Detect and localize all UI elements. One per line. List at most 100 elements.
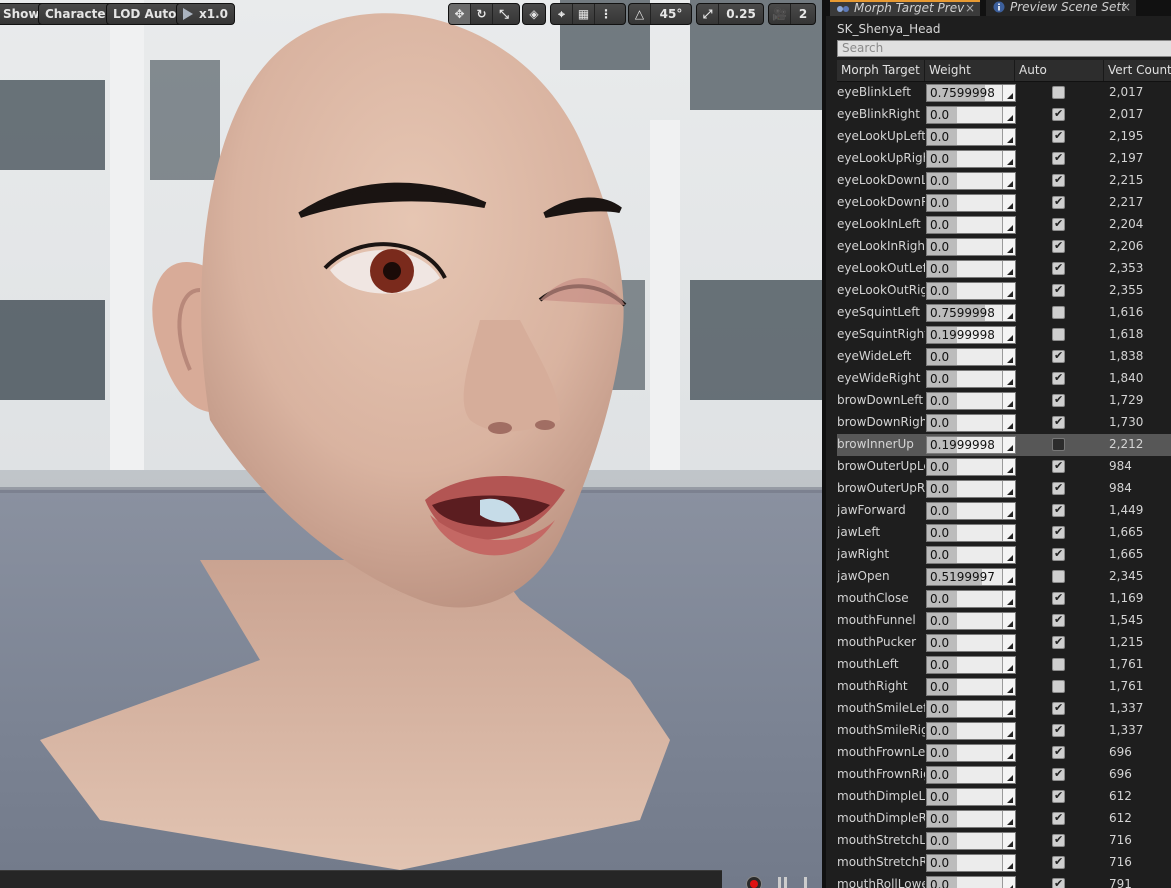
morph-target-row[interactable]: mouthFunnel 0.0 1,545 (837, 610, 1171, 632)
drag-handle-icon[interactable] (1002, 261, 1015, 277)
drag-handle-icon[interactable] (1002, 239, 1015, 255)
3d-viewport[interactable]: Show Character LOD Auto x1.0 ✥ ↻ ⤡ ◈ ⌖ ▦… (0, 0, 822, 888)
drag-handle-icon[interactable] (1002, 459, 1015, 475)
morph-target-row[interactable]: mouthFrownLeft 0.0 696 (837, 742, 1171, 764)
weight-spinbox[interactable]: 0.0 (926, 854, 1016, 872)
morph-target-row[interactable]: browInnerUp 0.1999998 2,212 (837, 434, 1171, 456)
drag-handle-icon[interactable] (1002, 811, 1015, 827)
drag-handle-icon[interactable] (1002, 635, 1015, 651)
auto-checkbox[interactable] (1052, 877, 1065, 888)
drag-handle-icon[interactable] (1002, 789, 1015, 805)
drag-handle-icon[interactable] (1002, 327, 1015, 343)
morph-target-row[interactable]: browDownRight 0.0 1,730 (837, 412, 1171, 434)
auto-checkbox[interactable] (1052, 239, 1065, 253)
morph-target-row[interactable]: eyeLookInRight 0.0 2,206 (837, 236, 1171, 258)
morph-target-row[interactable]: eyeLookUpRight 0.0 2,197 (837, 148, 1171, 170)
drag-handle-icon[interactable] (1002, 151, 1015, 167)
morph-target-row[interactable]: mouthClose 0.0 1,169 (837, 588, 1171, 610)
morph-target-row[interactable]: eyeLookInLeft 0.0 2,204 (837, 214, 1171, 236)
weight-spinbox[interactable]: 0.0 (926, 612, 1016, 630)
morph-target-row[interactable]: mouthPucker 0.0 1,215 (837, 632, 1171, 654)
weight-spinbox[interactable]: 0.0 (926, 414, 1016, 432)
drag-handle-icon[interactable] (1002, 349, 1015, 365)
weight-spinbox[interactable]: 0.0 (926, 238, 1016, 256)
auto-checkbox[interactable] (1052, 328, 1065, 341)
grid-snap-icon[interactable]: ▦ (573, 4, 595, 24)
auto-checkbox[interactable] (1052, 415, 1065, 429)
drag-handle-icon[interactable] (1002, 723, 1015, 739)
morph-target-row[interactable]: eyeBlinkLeft 0.7599998 2,017 (837, 82, 1171, 104)
world-space-icon[interactable]: ◈ (523, 4, 545, 24)
morph-target-row[interactable]: eyeSquintLeft 0.7599998 1,616 (837, 302, 1171, 324)
morph-target-row[interactable]: mouthSmileLeft 0.0 1,337 (837, 698, 1171, 720)
auto-checkbox[interactable] (1052, 173, 1065, 187)
auto-checkbox[interactable] (1052, 680, 1065, 693)
weight-spinbox[interactable]: 0.0 (926, 634, 1016, 652)
auto-checkbox[interactable] (1052, 833, 1065, 847)
camera-speed-icon[interactable]: 🎥 (769, 4, 791, 24)
scale-tool-icon[interactable]: ⤡ (493, 4, 515, 24)
column-header-weight[interactable]: Weight (925, 60, 1015, 81)
weight-spinbox[interactable]: 0.0 (926, 260, 1016, 278)
morph-target-row[interactable]: mouthStretchLeft 0.0 716 (837, 830, 1171, 852)
morph-target-row[interactable]: mouthStretchRight 0.0 716 (837, 852, 1171, 874)
weight-spinbox[interactable]: 0.0 (926, 678, 1016, 696)
weight-spinbox[interactable]: 0.5199997 (926, 568, 1016, 586)
auto-checkbox[interactable] (1052, 129, 1065, 143)
morph-target-row[interactable]: mouthRollLower 0.0 791 (837, 874, 1171, 888)
weight-spinbox[interactable]: 0.0 (926, 546, 1016, 564)
auto-checkbox[interactable] (1052, 107, 1065, 121)
morph-target-row[interactable]: eyeLookOutRight 0.0 2,355 (837, 280, 1171, 302)
weight-spinbox[interactable]: 0.7599998 (926, 304, 1016, 322)
morph-target-row[interactable]: eyeWideRight 0.0 1,840 (837, 368, 1171, 390)
column-header-name[interactable]: Morph Target N (837, 60, 925, 81)
drag-handle-icon[interactable] (1002, 195, 1015, 211)
weight-spinbox[interactable]: 0.0 (926, 590, 1016, 608)
auto-checkbox[interactable] (1052, 283, 1065, 297)
playback-speed-button[interactable]: x1.0 (176, 3, 235, 25)
weight-spinbox[interactable]: 0.0 (926, 744, 1016, 762)
drag-handle-icon[interactable] (1002, 701, 1015, 717)
weight-spinbox[interactable]: 0.0 (926, 810, 1016, 828)
morph-target-row[interactable]: eyeSquintRight 0.1999998 1,618 (837, 324, 1171, 346)
drag-handle-icon[interactable] (1002, 305, 1015, 321)
auto-checkbox[interactable] (1052, 151, 1065, 165)
morph-target-row[interactable]: mouthDimpleRight 0.0 612 (837, 808, 1171, 830)
weight-spinbox[interactable]: 0.0 (926, 106, 1016, 124)
weight-spinbox[interactable]: 0.0 (926, 876, 1016, 888)
auto-checkbox[interactable] (1052, 459, 1065, 473)
weight-spinbox[interactable]: 0.1999998 (926, 326, 1016, 344)
weight-spinbox[interactable]: 0.0 (926, 788, 1016, 806)
drag-handle-icon[interactable] (1002, 525, 1015, 541)
drag-handle-icon[interactable] (1002, 217, 1015, 233)
morph-target-row[interactable]: eyeBlinkRight 0.0 2,017 (837, 104, 1171, 126)
weight-spinbox[interactable]: 0.0 (926, 282, 1016, 300)
auto-checkbox[interactable] (1052, 855, 1065, 869)
drag-handle-icon[interactable] (1002, 657, 1015, 673)
rotation-snap-icon[interactable]: △ (629, 4, 651, 24)
weight-spinbox[interactable]: 0.0 (926, 766, 1016, 784)
weight-spinbox[interactable]: 0.0 (926, 370, 1016, 388)
morph-target-row[interactable]: mouthDimpleLeft 0.0 612 (837, 786, 1171, 808)
weight-spinbox[interactable]: 0.0 (926, 172, 1016, 190)
auto-checkbox[interactable] (1052, 658, 1065, 671)
weight-spinbox[interactable]: 0.0 (926, 216, 1016, 234)
search-input[interactable]: Search (837, 40, 1171, 57)
morph-target-row[interactable]: mouthSmileRight 0.0 1,337 (837, 720, 1171, 742)
drag-handle-icon[interactable] (1002, 481, 1015, 497)
morph-target-row[interactable]: eyeLookDownLeft 0.0 2,215 (837, 170, 1171, 192)
drag-handle-icon[interactable] (1002, 679, 1015, 695)
auto-checkbox[interactable] (1052, 547, 1065, 561)
morph-target-row[interactable]: eyeWideLeft 0.0 1,838 (837, 346, 1171, 368)
drag-handle-icon[interactable] (1002, 283, 1015, 299)
morph-target-row[interactable]: mouthFrownRight 0.0 696 (837, 764, 1171, 786)
drag-handle-icon[interactable] (1002, 855, 1015, 871)
tab-preview-scene-settings[interactable]: Preview Scene Sett × (986, 0, 1136, 16)
rotation-snap-value[interactable]: 45° (651, 4, 691, 24)
record-button[interactable] (746, 876, 762, 888)
tab-morph-target-preview[interactable]: Morph Target Prev × (830, 0, 980, 16)
morph-target-row[interactable]: browOuterUpLeft 0.0 984 (837, 456, 1171, 478)
drag-handle-icon[interactable] (1002, 107, 1015, 123)
weight-spinbox[interactable]: 0.0 (926, 722, 1016, 740)
auto-checkbox[interactable] (1052, 349, 1065, 363)
